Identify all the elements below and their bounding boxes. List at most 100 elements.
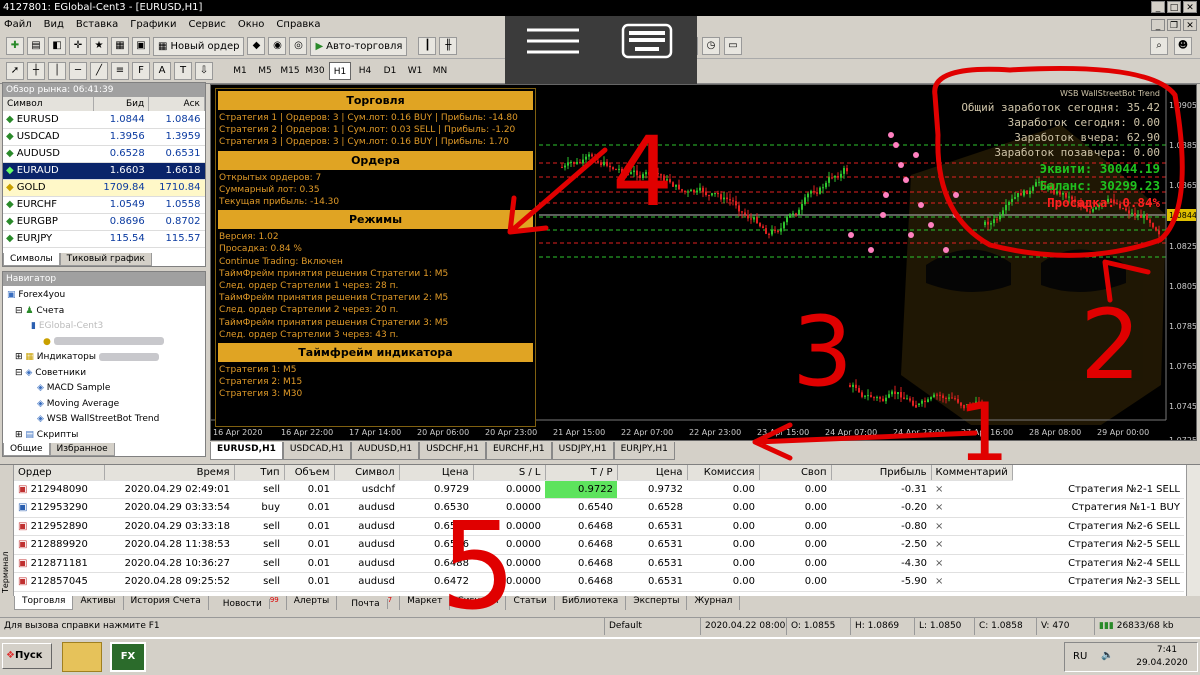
child-minimize-button[interactable]: _	[1151, 19, 1165, 31]
chart-tab-usdcad[interactable]: USDCAD,H1	[282, 442, 351, 460]
symbol-row[interactable]: ◆ AUDUSD 0.6528 0.6531	[3, 145, 205, 163]
tree-item-experts[interactable]: ⊟ ◈ Советники	[7, 366, 201, 382]
close-order-icon[interactable]: ×	[931, 554, 1013, 573]
tree-item-account[interactable]: ▮ EGlobal-Cent3	[7, 319, 201, 335]
tab-journal[interactable]: Журнал	[687, 596, 741, 610]
menu-window[interactable]: Окно	[238, 19, 265, 30]
col-commission[interactable]: Комиссия	[687, 465, 760, 481]
close-button[interactable]: ✕	[1183, 1, 1197, 13]
tree-item-account-login[interactable]: ●	[7, 335, 201, 351]
tab-library[interactable]: Библиотека	[555, 596, 627, 610]
terminal-scrollbar[interactable]	[1186, 465, 1200, 596]
metaeditor-icon[interactable]: ◆	[247, 37, 266, 55]
tab-alerts[interactable]: Алерты	[287, 596, 338, 610]
templates-icon[interactable]: ▭	[724, 37, 742, 55]
tab-common[interactable]: Общие	[3, 443, 50, 456]
timeframe-d1[interactable]: D1	[379, 62, 401, 80]
symbol-row[interactable]: ◆ EURUSD 1.0844 1.0846	[3, 111, 205, 129]
order-row[interactable]: ▣ 212857045 2020.04.28 09:25:52 sell 0.01 au…	[14, 572, 1184, 592]
market-watch-icon[interactable]: ◧	[48, 37, 66, 55]
search-icon[interactable]: ⌕	[1150, 37, 1168, 55]
tree-item-forex4you[interactable]: ▣ Forex4you	[7, 288, 201, 304]
col-symbol[interactable]: Символ	[334, 465, 400, 481]
candles-icon[interactable]: ╫	[439, 37, 458, 55]
tree-item-wsb-trend[interactable]: ◈ WSB WallStreetBot Trend	[7, 412, 201, 428]
symbol-row[interactable]: ◆ EURCHF 1.0549 1.0558	[3, 196, 205, 214]
timeframe-m30[interactable]: M30	[304, 62, 326, 80]
cursor-icon[interactable]: ➚	[6, 62, 24, 80]
explorer-task-icon[interactable]	[62, 642, 102, 672]
mt4-task-icon[interactable]: FX	[110, 642, 146, 672]
close-order-icon[interactable]: ×	[931, 535, 1013, 555]
signals-icon[interactable]: ◎	[289, 37, 308, 55]
chart-tab-eurchf[interactable]: EURCHF,H1	[485, 442, 552, 460]
child-close-button[interactable]: ✕	[1183, 19, 1197, 31]
symbol-row[interactable]: ◆ EURGBP 0.8696 0.8702	[3, 213, 205, 231]
tab-mailbox[interactable]: Почта 7	[337, 596, 401, 610]
maximize-button[interactable]: □	[1167, 1, 1181, 13]
tester-icon[interactable]: ▣	[132, 37, 150, 55]
symbol-row[interactable]: ◆ USDCAD 1.3956 1.3959	[3, 128, 205, 146]
data-window-icon[interactable]: ✛	[69, 37, 87, 55]
new-order-button[interactable]: ▦ Новый ордер	[153, 36, 245, 56]
tree-item-scripts[interactable]: ⊞ ▤ Скрипты	[7, 428, 201, 444]
horizontal-line-icon[interactable]: ─	[69, 62, 87, 80]
chart-tab-audusd[interactable]: AUDUSD,H1	[350, 442, 420, 460]
tab-news[interactable]: Новости 99	[209, 596, 287, 610]
menu-insert[interactable]: Вставка	[76, 19, 118, 30]
tab-market[interactable]: Маркет	[400, 596, 451, 610]
menu-charts[interactable]: Графики	[130, 19, 176, 30]
tab-symbols[interactable]: Символы	[3, 253, 60, 266]
order-row[interactable]: ▣ 212871181 2020.04.28 10:36:27 sell 0.01 au…	[14, 554, 1184, 573]
symbol-row[interactable]: ◆ GOLD 1709.84 1710.84	[3, 179, 205, 197]
arrow-icon[interactable]: ⇩	[195, 62, 213, 80]
minimize-button[interactable]: _	[1151, 1, 1165, 13]
terminal-icon[interactable]: ▦	[111, 37, 129, 55]
menu-help[interactable]: Справка	[276, 19, 320, 30]
tab-trade[interactable]: Торговля	[14, 596, 74, 610]
col-sl[interactable]: S / L	[473, 465, 546, 481]
close-order-icon[interactable]: ×	[931, 498, 1013, 518]
menu-tools[interactable]: Сервис	[188, 19, 225, 30]
close-order-icon[interactable]: ×	[931, 517, 1013, 536]
tree-item-macd-sample[interactable]: ◈ MACD Sample	[7, 381, 201, 397]
trendline-icon[interactable]: ╱	[90, 62, 108, 80]
label-icon[interactable]: T	[174, 62, 192, 80]
speaker-icon[interactable]: 🔈	[1101, 650, 1113, 661]
col-volume[interactable]: Объем	[284, 465, 335, 481]
timeframe-mn[interactable]: MN	[429, 62, 451, 80]
price-chart[interactable]: 1.0905 1.0885 1.0865 1.0844 1.0825 1.0805 1.07…	[210, 84, 1197, 441]
chart-tab-usdjpy[interactable]: USDJPY,H1	[551, 442, 614, 460]
vertical-line-icon[interactable]: │	[48, 62, 66, 80]
close-order-icon[interactable]: ×	[931, 480, 1013, 499]
order-row[interactable]: ▣ 212953290 2020.04.29 03:33:54 buy 0.01 aud…	[14, 498, 1184, 518]
clock-icon[interactable]: ◷	[702, 37, 720, 55]
tab-articles[interactable]: Статьи	[506, 596, 555, 610]
col-profit[interactable]: Прибыль	[831, 465, 932, 481]
col-time[interactable]: Время	[104, 465, 235, 481]
order-row[interactable]: ▣ 212952890 2020.04.29 03:33:18 sell 0.01 au…	[14, 517, 1184, 536]
col-tp[interactable]: T / P	[545, 465, 618, 481]
order-row[interactable]: ▣ 212948090 2020.04.29 02:49:01 sell 0.01 us…	[14, 480, 1184, 499]
timeframe-h4[interactable]: H4	[354, 62, 376, 80]
timeframe-m1[interactable]: M1	[229, 62, 251, 80]
chart-tab-usdchf[interactable]: USDCHF,H1	[419, 442, 486, 460]
col-price[interactable]: Цена	[399, 465, 474, 481]
close-order-icon[interactable]: ×	[931, 572, 1013, 592]
child-restore-button[interactable]: ❐	[1167, 19, 1181, 31]
autotrading-button[interactable]: ▶ Авто-торговля	[310, 36, 408, 56]
tab-exposure[interactable]: Активы	[73, 596, 124, 610]
col-ask[interactable]: Аск	[148, 97, 205, 111]
channel-icon[interactable]: ≡	[111, 62, 129, 80]
navigator-icon[interactable]: ★	[90, 37, 108, 55]
timeframe-m15[interactable]: M15	[279, 62, 301, 80]
tab-tick-chart[interactable]: Тиковый график	[59, 253, 152, 266]
symbol-row[interactable]: ◆ EURJPY 115.54 115.57	[3, 230, 205, 248]
col-swap[interactable]: Своп	[759, 465, 832, 481]
col-bid[interactable]: Бид	[93, 97, 150, 111]
tree-item-moving-average[interactable]: ◈ Moving Average	[7, 397, 201, 413]
tree-item-accounts[interactable]: ⊟ ♟ Счета	[7, 304, 201, 320]
tab-favorites[interactable]: Избранное	[49, 443, 115, 456]
community-icon[interactable]: ◉	[268, 37, 287, 55]
chart-tab-eurjpy[interactable]: EURJPY,H1	[613, 442, 675, 460]
